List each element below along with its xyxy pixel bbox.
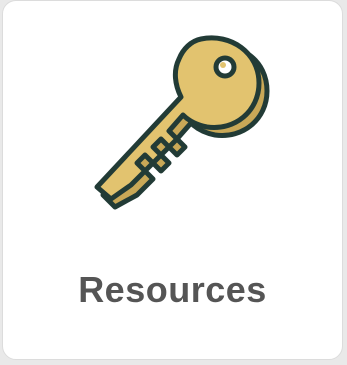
tile-label: Resources: [78, 269, 267, 310]
resources-tile[interactable]: Resources: [2, 0, 343, 360]
key-icon: [81, 31, 271, 211]
